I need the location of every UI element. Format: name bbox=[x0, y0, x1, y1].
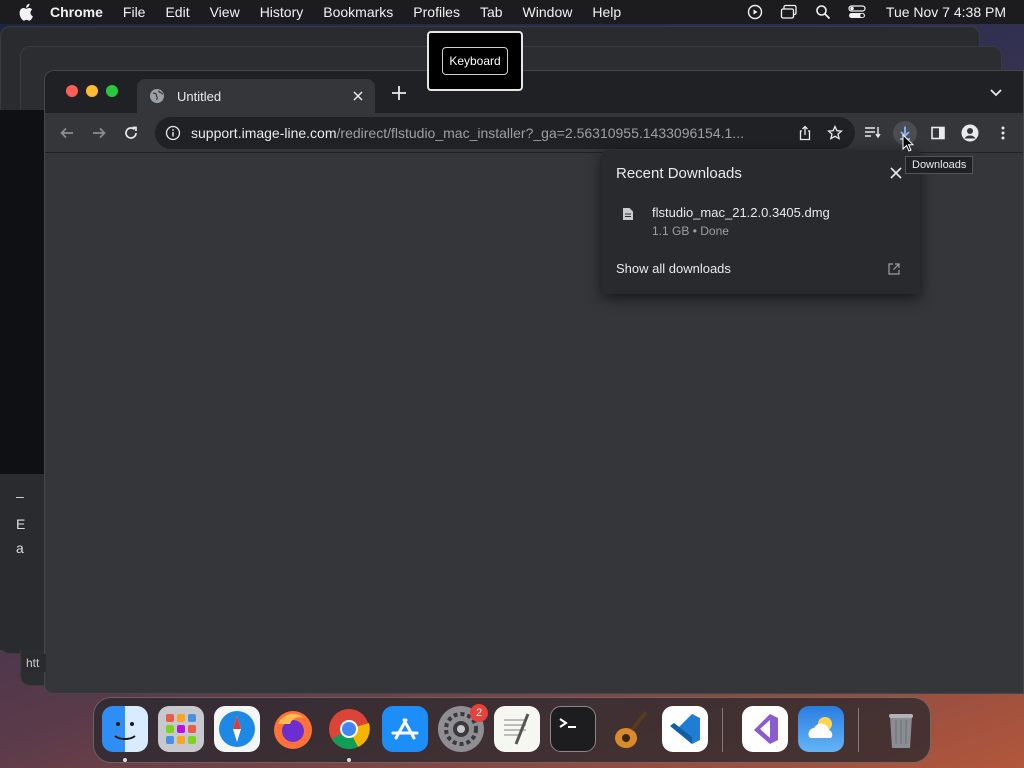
tab-close-icon[interactable] bbox=[349, 87, 367, 105]
screen-record-icon[interactable] bbox=[746, 3, 764, 21]
window-switcher-icon[interactable] bbox=[780, 3, 798, 21]
mouse-cursor-icon bbox=[902, 133, 915, 152]
vscode-icon[interactable] bbox=[662, 706, 708, 752]
menu-bar: Chrome File Edit View History Bookmarks … bbox=[0, 0, 1024, 24]
reading-list-icon[interactable] bbox=[861, 121, 885, 145]
url-path: /redirect/flstudio_mac_installer?_ga=2.5… bbox=[336, 125, 744, 141]
menu-tab[interactable]: Tab bbox=[480, 4, 503, 20]
menu-history[interactable]: History bbox=[260, 4, 304, 20]
site-info-icon[interactable] bbox=[165, 125, 181, 141]
url-text[interactable]: support.image-line.com/redirect/flstudio… bbox=[191, 125, 791, 141]
download-file-name[interactable]: flstudio_mac_21.2.0.3405.dmg bbox=[652, 205, 830, 220]
close-window-button[interactable] bbox=[66, 85, 78, 97]
browser-toolbar: support.image-line.com/redirect/flstudio… bbox=[45, 113, 1023, 153]
textedit-icon[interactable] bbox=[494, 706, 540, 752]
show-all-downloads-link[interactable]: Show all downloads bbox=[616, 261, 731, 276]
keyboard-key-label: Keyboard bbox=[442, 47, 508, 75]
dock-separator bbox=[722, 708, 723, 752]
reload-icon[interactable] bbox=[119, 121, 143, 145]
background-text: a bbox=[16, 540, 24, 556]
close-icon[interactable] bbox=[890, 166, 906, 182]
terminal-icon[interactable] bbox=[550, 706, 596, 752]
dock: 2 bbox=[93, 697, 931, 763]
profile-avatar-icon[interactable] bbox=[958, 121, 982, 145]
running-indicator bbox=[123, 758, 127, 762]
menu-profiles[interactable]: Profiles bbox=[413, 4, 460, 20]
address-bar[interactable]: support.image-line.com/redirect/flstudio… bbox=[155, 117, 855, 149]
menu-clock[interactable]: Tue Nov 7 4:38 PM bbox=[886, 4, 1006, 20]
status-bubble: htt bbox=[22, 654, 46, 672]
menu-edit[interactable]: Edit bbox=[165, 4, 189, 20]
background-text: – bbox=[16, 488, 24, 504]
running-indicator bbox=[347, 758, 351, 762]
firefox-icon[interactable] bbox=[270, 706, 316, 752]
url-domain: support.image-line.com bbox=[191, 125, 337, 141]
control-center-icon[interactable] bbox=[848, 3, 866, 21]
minimize-window-button[interactable] bbox=[86, 85, 98, 97]
finder-icon[interactable] bbox=[102, 706, 148, 752]
menu-file[interactable]: File bbox=[123, 4, 146, 20]
back-arrow-icon[interactable] bbox=[55, 121, 79, 145]
tab-untitled[interactable]: Untitled bbox=[137, 79, 375, 113]
launchpad-icon[interactable] bbox=[158, 706, 204, 752]
weather-icon[interactable] bbox=[798, 706, 844, 752]
spotlight-search-icon[interactable] bbox=[814, 3, 832, 21]
dock-separator bbox=[858, 708, 859, 752]
background-text: E bbox=[16, 516, 26, 532]
app-store-icon[interactable] bbox=[382, 706, 428, 752]
more-menu-icon[interactable] bbox=[991, 121, 1015, 145]
file-icon bbox=[622, 207, 634, 221]
open-external-icon[interactable] bbox=[888, 262, 900, 275]
visual-studio-icon[interactable] bbox=[742, 706, 788, 752]
share-icon[interactable] bbox=[797, 125, 813, 141]
chrome-icon[interactable] bbox=[326, 706, 372, 752]
menu-bookmarks[interactable]: Bookmarks bbox=[323, 4, 393, 20]
new-tab-button[interactable] bbox=[388, 83, 410, 105]
apple-menu-icon[interactable] bbox=[16, 2, 36, 22]
tab-title: Untitled bbox=[177, 88, 222, 104]
garageband-icon[interactable] bbox=[606, 706, 652, 752]
safari-icon[interactable] bbox=[214, 706, 260, 752]
tab-strip: Untitled bbox=[45, 71, 1023, 113]
menu-app-name[interactable]: Chrome bbox=[50, 4, 103, 20]
globe-icon bbox=[149, 88, 165, 104]
downloads-title: Recent Downloads bbox=[616, 165, 742, 182]
bookmark-star-icon[interactable] bbox=[826, 124, 844, 141]
side-panel-icon[interactable] bbox=[926, 121, 950, 145]
menu-help[interactable]: Help bbox=[592, 4, 621, 20]
fullscreen-window-button[interactable] bbox=[106, 85, 118, 97]
keyboard-overlay: Keyboard bbox=[427, 31, 523, 91]
forward-arrow-icon[interactable] bbox=[87, 121, 111, 145]
background-pane-text: – E a bbox=[0, 474, 44, 650]
notification-badge: 2 bbox=[470, 704, 488, 722]
downloads-bubble: Recent Downloads flstudio_mac_21.2.0.340… bbox=[602, 150, 920, 294]
menu-window[interactable]: Window bbox=[523, 4, 573, 20]
downloads-tooltip: Downloads bbox=[905, 156, 974, 174]
trash-icon[interactable] bbox=[878, 706, 924, 752]
tab-search-chevron-icon[interactable] bbox=[989, 85, 1005, 101]
menu-view[interactable]: View bbox=[210, 4, 240, 20]
download-file-status: 1.1 GB • Done bbox=[652, 224, 729, 238]
